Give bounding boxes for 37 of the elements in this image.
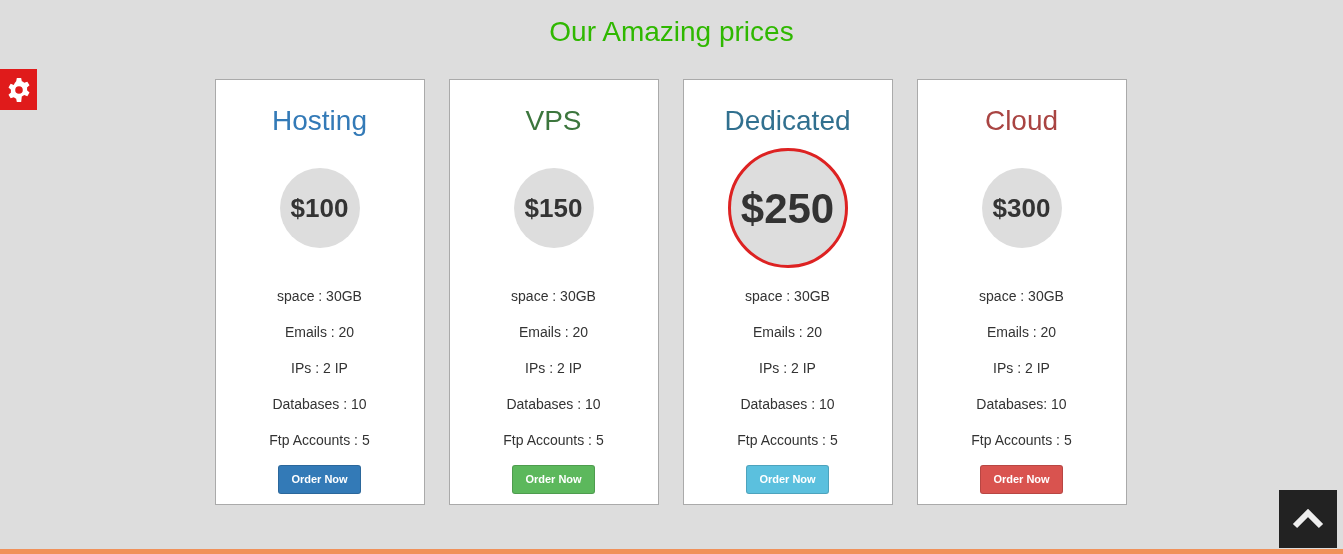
settings-button[interactable] xyxy=(0,69,37,110)
price-circle: $250 xyxy=(727,148,848,268)
feature-text: space : 30GB xyxy=(511,287,596,306)
feature-text: Emails : 20 xyxy=(752,323,823,342)
feature-text: Emails : 20 xyxy=(986,323,1057,342)
feature-text: Emails : 20 xyxy=(518,323,589,342)
price-circle: $300 xyxy=(981,168,1062,248)
order-button[interactable]: Order Now xyxy=(980,465,1063,494)
feature-text: IPs : 2 IP xyxy=(759,359,816,378)
plan-title: Cloud xyxy=(984,104,1059,138)
plan-title: Hosting xyxy=(272,104,367,138)
feature-text: space : 30GB xyxy=(745,287,830,306)
feature-text: Ftp Accounts : 5 xyxy=(971,431,1072,450)
feature-text: Databases : 10 xyxy=(740,395,835,414)
settings-icon xyxy=(5,76,32,103)
feature-text: Ftp Accounts : 5 xyxy=(503,431,604,450)
feature-text: IPs : 2 IP xyxy=(291,359,348,378)
feature-text: IPs : 2 IP xyxy=(525,359,582,378)
feature-text: space : 30GB xyxy=(979,287,1064,306)
scroll-top-button[interactable] xyxy=(1279,490,1337,548)
feature-text: IPs : 2 IP xyxy=(993,359,1050,378)
chevron-up-icon xyxy=(1292,509,1324,529)
price-circle: $150 xyxy=(513,168,594,248)
feature-text: Databases: 10 xyxy=(976,395,1067,414)
page-heading: Our Amazing prices xyxy=(548,15,795,49)
feature-text: Databases : 10 xyxy=(272,395,367,414)
plan-title: VPS xyxy=(525,104,582,138)
feature-text: Databases : 10 xyxy=(506,395,601,414)
price-circle: $100 xyxy=(279,168,360,248)
feature-text: Emails : 20 xyxy=(284,323,355,342)
order-button[interactable]: Order Now xyxy=(278,465,361,494)
order-button[interactable]: Order Now xyxy=(512,465,595,494)
feature-text: space : 30GB xyxy=(277,287,362,306)
order-button[interactable]: Order Now xyxy=(746,465,829,494)
plan-title: Dedicated xyxy=(724,104,851,138)
feature-text: Ftp Accounts : 5 xyxy=(737,431,838,450)
feature-text: Ftp Accounts : 5 xyxy=(269,431,370,450)
